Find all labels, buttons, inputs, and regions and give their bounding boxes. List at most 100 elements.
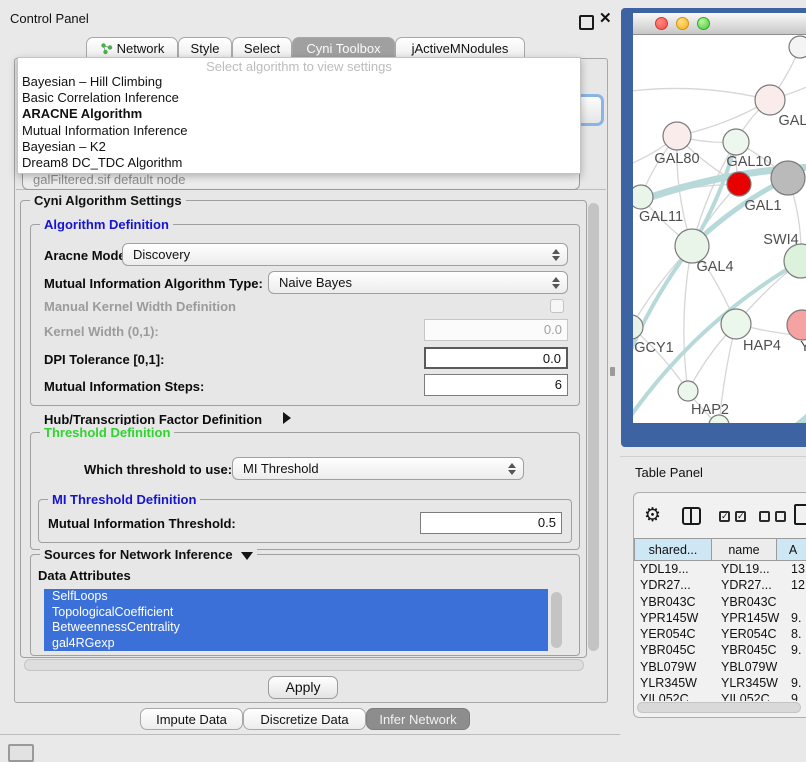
data-attribute-item[interactable]: TopologicalCoefficient: [44, 605, 548, 621]
export-table-icon[interactable]: [794, 504, 806, 525]
network-window-titlebar[interactable]: [633, 13, 806, 35]
which-threshold-label: Which threshold to use:: [84, 462, 232, 477]
data-attribute-item[interactable]: BetweennessCentrality: [44, 620, 548, 636]
table-cell: YBR045C: [634, 642, 717, 658]
gear-icon[interactable]: ⚙: [644, 505, 661, 525]
column-header-partial[interactable]: A: [776, 538, 806, 561]
tab-cyni-toolbox[interactable]: Cyni Toolbox: [292, 37, 395, 58]
dpi-tolerance-input[interactable]: 0.0: [424, 347, 568, 369]
table-cell: 9: [787, 691, 798, 701]
table-cell: [787, 594, 791, 610]
data-attributes-label: Data Attributes: [38, 568, 131, 583]
mi-steps-input[interactable]: 6: [424, 374, 568, 396]
network-canvas[interactable]: GALGAL80GAL10GAL1GAL11SWI4GAL4GCY1HAP4YH…: [633, 35, 806, 423]
table-cell: YBL079W: [717, 659, 787, 675]
kernel-width-label: Kernel Width (0,1):: [44, 324, 159, 339]
algorithm-option[interactable]: ARACNE Algorithm: [18, 106, 580, 122]
close-traffic-light-icon[interactable]: [655, 17, 668, 30]
table-row[interactable]: YDL19...YDL19...13: [634, 561, 806, 577]
select-all-checkbox-icon[interactable]: ✓: [735, 511, 746, 522]
algorithm-option[interactable]: Mutual Information Inference: [18, 123, 580, 139]
network-node[interactable]: [771, 161, 805, 195]
network-node-label: GCY1: [634, 340, 674, 356]
float-window-icon[interactable]: [579, 15, 594, 30]
mi-steps-label: Mutual Information Steps:: [44, 379, 204, 394]
tab-infer-network-label: Infer Network: [379, 712, 456, 727]
which-threshold-combo[interactable]: MI Threshold: [232, 457, 524, 480]
threshold-definition-title: Threshold Definition: [40, 425, 174, 440]
splitter-handle[interactable]: [610, 367, 615, 376]
network-node[interactable]: [789, 36, 806, 58]
algorithm-option[interactable]: Basic Correlation Inference: [18, 90, 580, 106]
tab-network-label: Network: [117, 38, 165, 59]
settings-vertical-scrollbar[interactable]: [588, 203, 599, 651]
sources-collapse-arrow-icon[interactable]: [241, 552, 253, 560]
network-node[interactable]: [663, 122, 691, 150]
network-edge[interactable]: [633, 88, 770, 100]
network-node[interactable]: [723, 129, 749, 155]
table-row[interactable]: YBR043CYBR043C: [634, 594, 806, 610]
tab-impute-data[interactable]: Impute Data: [140, 708, 243, 730]
column-header-name[interactable]: name: [711, 538, 777, 561]
data-attribute-item[interactable]: SelfLoops: [44, 589, 548, 605]
kernel-width-input[interactable]: 0.0: [424, 319, 568, 341]
network-node-label: GAL: [778, 113, 806, 129]
table-row[interactable]: YBL079WYBL079W: [634, 659, 806, 675]
network-graph: GALGAL80GAL10GAL1GAL11SWI4GAL4GCY1HAP4YH…: [633, 35, 806, 423]
algorithm-option[interactable]: Bayesian – K2: [18, 139, 580, 155]
mi-threshold-input[interactable]: 0.5: [420, 512, 562, 534]
network-node[interactable]: [675, 229, 709, 263]
apply-button[interactable]: Apply: [268, 676, 338, 699]
table-row[interactable]: YLR345WYLR345W9.: [634, 675, 806, 691]
network-node[interactable]: [678, 381, 698, 401]
network-edge[interactable]: [736, 409, 806, 423]
table-cell: YPR145W: [634, 610, 717, 626]
tab-discretize-data[interactable]: Discretize Data: [243, 708, 366, 730]
table-cell: 8.: [787, 626, 801, 642]
network-node[interactable]: [721, 309, 751, 339]
network-node[interactable]: [755, 85, 785, 115]
network-node[interactable]: [633, 315, 643, 339]
zoom-traffic-light-icon[interactable]: [697, 17, 710, 30]
network-node[interactable]: [727, 172, 751, 196]
settings-horizontal-scrollbar[interactable]: [24, 659, 584, 671]
hub-expand-arrow-icon[interactable]: [283, 412, 291, 424]
close-icon[interactable]: ✕: [599, 9, 612, 27]
tab-select[interactable]: Select: [232, 37, 292, 58]
tab-style-label: Style: [191, 38, 220, 59]
table-row[interactable]: YIL052CYIL052C9: [634, 691, 806, 701]
minimize-traffic-light-icon[interactable]: [676, 17, 689, 30]
table-row[interactable]: YBR045CYBR045C9.: [634, 642, 806, 658]
algorithm-option[interactable]: Bayesian – Hill Climbing: [18, 74, 580, 90]
table-row[interactable]: YER054CYER054C8.: [634, 626, 806, 642]
mi-threshold-label: Mutual Information Threshold:: [48, 516, 236, 531]
algorithm-option[interactable]: Dream8 DC_TDC Algorithm: [18, 155, 580, 171]
network-node-label: GAL4: [696, 259, 733, 275]
network-node[interactable]: [787, 310, 806, 340]
restore-panel-icon[interactable]: [8, 744, 34, 762]
data-attribute-item[interactable]: gal4RGexp: [44, 636, 548, 652]
table-row[interactable]: YPR145WYPR145W9.: [634, 610, 806, 626]
column-header-shared-name[interactable]: shared...: [634, 538, 712, 561]
tab-network[interactable]: Network: [86, 37, 178, 58]
deselect-all-checkbox-icon[interactable]: [759, 511, 770, 522]
table-horizontal-scrollbar[interactable]: [637, 702, 801, 713]
mi-algorithm-type-label: Mutual Information Algorithm Type:: [44, 276, 263, 291]
combo-arrows-icon: [508, 463, 515, 475]
tab-infer-network[interactable]: Infer Network: [366, 708, 470, 730]
network-node[interactable]: [633, 185, 653, 209]
select-all-checkbox-icon[interactable]: ✓: [719, 511, 730, 522]
aracne-mode-combo[interactable]: Discovery: [122, 243, 568, 266]
mi-algorithm-type-combo[interactable]: Naive Bayes: [268, 271, 568, 294]
table-row[interactable]: YDR27...YDR27...12: [634, 577, 806, 593]
network-view-window[interactable]: GALGAL80GAL10GAL1GAL11SWI4GAL4GCY1HAP4YH…: [621, 8, 806, 447]
attributes-list-scrollbar[interactable]: [551, 592, 562, 648]
network-edge[interactable]: [684, 246, 692, 391]
column-layout-icon[interactable]: [682, 507, 701, 525]
table-cell: YLR345W: [634, 675, 717, 691]
tab-jactivemnodules[interactable]: jActiveMNodules: [395, 37, 525, 58]
tab-style[interactable]: Style: [178, 37, 232, 58]
manual-kernel-width-checkbox[interactable]: [550, 299, 564, 313]
cyni-algorithm-settings-title: Cyni Algorithm Settings: [30, 193, 186, 208]
deselect-all-checkbox-icon[interactable]: [775, 511, 786, 522]
